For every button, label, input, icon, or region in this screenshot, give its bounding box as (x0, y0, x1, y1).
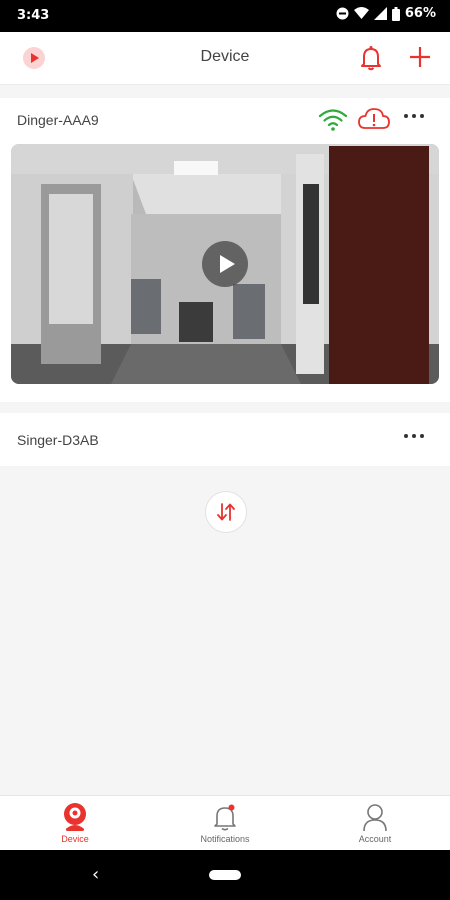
bottom-nav: Device Notifications Account (0, 795, 450, 851)
nav-label-account: Account (358, 834, 392, 844)
device-card[interactable]: Singer-D3AB (0, 413, 450, 466)
add-device-icon[interactable] (408, 45, 432, 69)
dnd-icon (336, 7, 349, 20)
bell-icon[interactable] (359, 45, 383, 71)
battery-icon (391, 6, 400, 21)
camera-icon (64, 803, 86, 831)
more-options-icon[interactable] (402, 104, 426, 128)
swap-arrows-icon (217, 503, 235, 521)
status-bar: 3:43 66% (0, 0, 450, 32)
home-pill[interactable] (209, 870, 241, 880)
swap-button[interactable] (205, 491, 247, 533)
person-icon (363, 804, 387, 832)
app-bar: Device (0, 32, 450, 85)
nav-item-account[interactable]: Account (300, 796, 450, 851)
nav-item-notifications[interactable]: Notifications (150, 796, 300, 851)
camera-preview[interactable] (11, 144, 439, 384)
status-time: 3:43 (17, 8, 50, 23)
nav-item-device[interactable]: Device (0, 796, 150, 851)
battery-percent: 66% (404, 6, 436, 21)
wifi-icon (318, 109, 348, 131)
signal-icon (373, 7, 387, 20)
more-options-icon[interactable] (402, 424, 426, 448)
wifi-status-icon (353, 7, 369, 19)
device-name: Dinger-AAA9 (17, 112, 99, 128)
bell-icon (214, 804, 236, 831)
cloud-alert-icon[interactable] (357, 104, 391, 132)
system-nav-bar: ‹ (0, 850, 450, 900)
back-icon[interactable]: ‹ (92, 864, 99, 885)
nav-label-notifications: Notifications (200, 834, 250, 844)
device-card[interactable]: Dinger-AAA9 (0, 98, 450, 402)
play-button[interactable] (202, 241, 248, 287)
nav-label-device: Device (61, 834, 89, 844)
status-icons: 66% (336, 6, 436, 21)
device-name: Singer-D3AB (17, 432, 99, 448)
